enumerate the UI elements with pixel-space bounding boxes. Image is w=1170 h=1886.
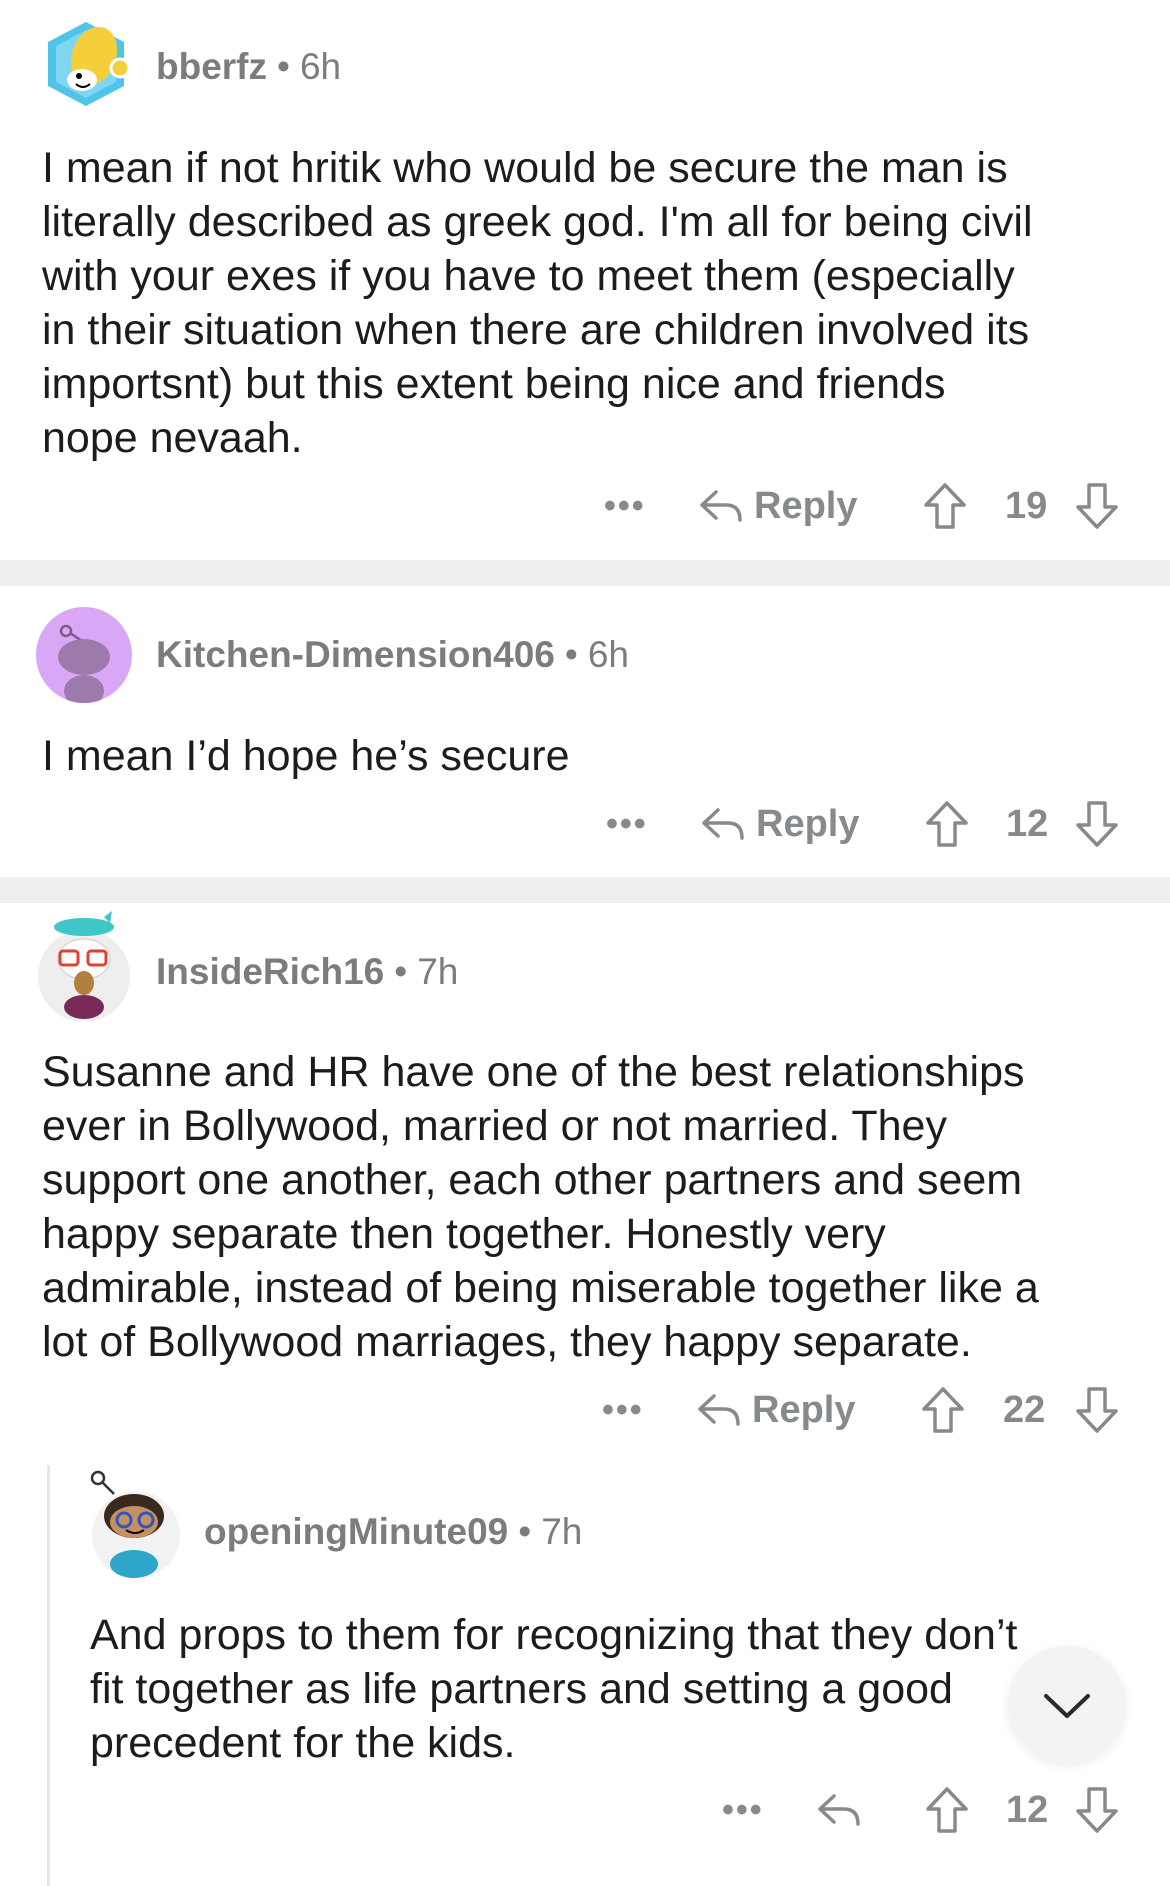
scroll-down-button[interactable] <box>1008 1646 1126 1764</box>
comment-meta: Kitchen-Dimension406 • 6h <box>156 634 629 676</box>
comment-line: fit together as life partners and settin… <box>90 1665 953 1713</box>
snoo-avatar-icon <box>48 22 131 106</box>
comment-line: ever in Bollywood, married or not marrie… <box>42 1102 947 1150</box>
comment-meta: openingMinute09 • 7h <box>204 1511 582 1553</box>
vote-score: 12 <box>1006 802 1049 845</box>
upvote-arrow-icon <box>924 483 966 529</box>
vote-score: 19 <box>1005 484 1048 527</box>
reply-label: Reply <box>752 1388 856 1431</box>
downvote-button[interactable] <box>1074 794 1120 854</box>
comment-line: importsnt) but this extent being nice an… <box>42 360 946 408</box>
reply-arrow-icon <box>818 1794 860 1826</box>
reply-arrow-icon <box>702 808 744 840</box>
avatar[interactable] <box>36 607 132 703</box>
reply-label: Reply <box>754 484 858 527</box>
reply-arrow-icon <box>700 490 742 522</box>
upvote-button[interactable] <box>924 1780 970 1840</box>
reply-button[interactable]: Reply <box>696 1380 855 1440</box>
comment-actions: ••• Reply 12 <box>0 794 1170 854</box>
more-options-button[interactable]: ••• <box>722 1780 764 1840</box>
comment-line: literally described as greek god. I'm al… <box>42 198 1033 246</box>
comment-meta: bberfz • 6h <box>156 46 341 88</box>
reply-button[interactable] <box>816 1780 862 1840</box>
downvote-button[interactable] <box>1074 1380 1120 1440</box>
comment-divider <box>0 560 1170 586</box>
downvote-arrow-icon <box>1076 1787 1118 1833</box>
comment-body: I mean if not hritik who would be secure… <box>42 141 1033 465</box>
more-options-button[interactable]: ••• <box>602 1380 644 1440</box>
more-options-button[interactable]: ••• <box>604 476 646 536</box>
meta-separator: • <box>518 1511 532 1552</box>
comment-divider <box>0 877 1170 903</box>
upvote-arrow-icon <box>926 801 968 847</box>
reply-button[interactable]: Reply <box>700 794 859 854</box>
comment-line: lot of Bollywood marriages, they happy s… <box>42 1318 972 1366</box>
username[interactable]: bberfz <box>156 46 267 87</box>
upvote-button[interactable] <box>924 794 970 854</box>
more-options-button[interactable]: ••• <box>606 794 648 854</box>
reply-button[interactable]: Reply <box>698 476 857 536</box>
timestamp: 7h <box>417 951 459 992</box>
comment-line: with your exes if you have to meet them … <box>42 252 1015 300</box>
upvote-button[interactable] <box>920 1380 966 1440</box>
reply-arrow-icon <box>698 1394 740 1426</box>
comment-actions: ••• Reply 22 <box>0 1380 1170 1440</box>
comment-line: happy separate then together. Honestly v… <box>42 1210 886 1258</box>
snoo-avatar-icon <box>90 1470 180 1579</box>
avatar[interactable] <box>36 911 136 1022</box>
snoo-avatar-icon <box>58 624 110 703</box>
snoo-avatar-icon <box>38 911 130 1022</box>
downvote-arrow-icon <box>1076 801 1118 847</box>
upvote-button[interactable] <box>922 476 968 536</box>
username[interactable]: InsideRich16 <box>156 951 384 992</box>
comment-line: precedent for the kids. <box>90 1719 516 1767</box>
downvote-button[interactable] <box>1074 476 1120 536</box>
downvote-arrow-icon <box>1076 483 1118 529</box>
username[interactable]: Kitchen-Dimension406 <box>156 634 555 675</box>
comment-line: And props to them for recognizing that t… <box>90 1611 1018 1659</box>
timestamp: 6h <box>299 46 342 87</box>
reply-label: Reply <box>756 802 860 845</box>
vote-score: 12 <box>1006 1788 1049 1831</box>
vote-score: 22 <box>1003 1388 1046 1431</box>
comment-line: admirable, instead of being miserable to… <box>42 1264 1039 1312</box>
upvote-arrow-icon <box>926 1787 968 1833</box>
comment-meta: InsideRich16 • 7h <box>156 951 458 993</box>
downvote-button[interactable] <box>1074 1780 1120 1840</box>
comment-actions: ••• 12 <box>0 1780 1170 1840</box>
comment-line: I mean if not hritik who would be secure… <box>42 144 1008 192</box>
meta-separator: • <box>394 951 408 992</box>
comment-line: nope nevaah. <box>42 414 303 462</box>
username[interactable]: openingMinute09 <box>204 1511 508 1552</box>
timestamp: 7h <box>541 1511 583 1552</box>
comment-line: in their situation when there are childr… <box>42 306 1030 354</box>
comment-body: I mean I’d hope he’s secure <box>42 729 570 783</box>
meta-separator: • <box>564 634 578 675</box>
comment-actions: ••• Reply 19 <box>0 476 1170 536</box>
comment-body: Susanne and HR have one of the best rela… <box>42 1045 1039 1369</box>
timestamp: 6h <box>587 634 629 675</box>
downvote-arrow-icon <box>1076 1387 1118 1433</box>
meta-separator: • <box>277 46 290 87</box>
avatar[interactable] <box>86 1470 182 1580</box>
comment-body: And props to them for recognizing that t… <box>90 1608 1017 1770</box>
avatar[interactable] <box>36 14 136 114</box>
chevron-down-icon <box>1044 1694 1090 1718</box>
comment-line: I mean I’d hope he’s secure <box>42 732 570 780</box>
comment-line: support one another, each other partners… <box>42 1156 1023 1204</box>
upvote-arrow-icon <box>922 1387 964 1433</box>
comment-line: Susanne and HR have one of the best rela… <box>42 1048 1025 1096</box>
